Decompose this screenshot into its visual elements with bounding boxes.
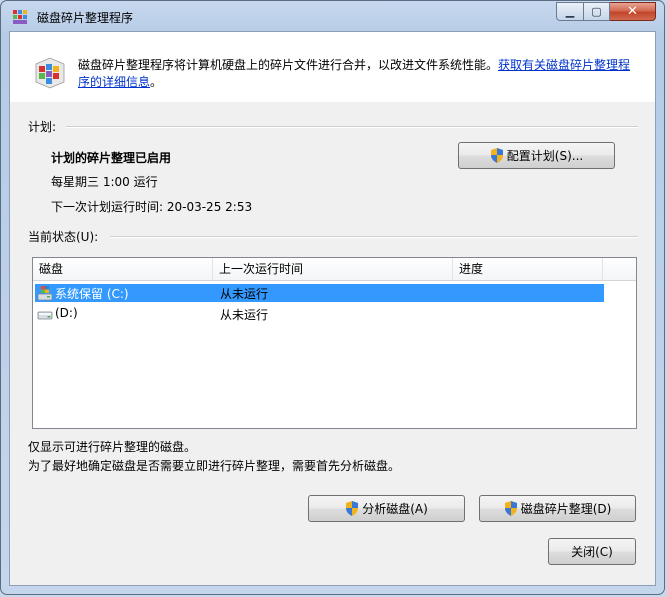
defrag-app-icon: [13, 10, 27, 24]
close-window-button[interactable]: ✕: [610, 2, 656, 21]
window-title: 磁盘碎片整理程序: [37, 11, 134, 25]
maximize-button[interactable]: ▢: [584, 2, 610, 21]
current-status-label: 当前状态(U):: [28, 230, 99, 244]
analyze-disk-label: 分析磁盘(A): [362, 502, 428, 516]
system-drive-icon: [37, 286, 53, 301]
title-bar[interactable]: 磁盘碎片整理程序 ▁ ▢ ✕: [1, 1, 664, 31]
header-band: 磁盘碎片整理程序将计算机硬盘上的碎片文件进行合并，以改进文件系统性能。获取有关磁…: [10, 32, 655, 102]
close-button[interactable]: 关闭(C): [548, 538, 636, 565]
uac-shield-icon: [490, 148, 503, 163]
uac-shield-icon: [346, 501, 359, 516]
description: 磁盘碎片整理程序将计算机硬盘上的碎片文件进行合并，以改进文件系统性能。: [78, 58, 499, 72]
note-line-1: 仅显示可进行碎片整理的磁盘。: [28, 440, 197, 454]
close-icon: ✕: [627, 4, 638, 19]
hard-drive-icon: [37, 311, 53, 320]
disk-row-c[interactable]: 系统保留 (C:) 从未运行: [35, 284, 604, 302]
configure-schedule-label: 配置计划(S)...: [506, 149, 584, 163]
column-disk[interactable]: 磁盘: [33, 258, 213, 280]
description-period: 。: [150, 75, 163, 89]
schedule-section-label: 计划:: [28, 120, 57, 134]
status-separator: [110, 236, 638, 238]
configure-schedule-button[interactable]: 配置计划(S)...: [458, 142, 615, 169]
disk-name: 系统保留 (C:): [55, 287, 129, 301]
schedule-separator: [66, 126, 638, 128]
disk-list[interactable]: 磁盘 上一次运行时间 进度 系统保留 (C:) 从未运行 (D:) 从未运行: [32, 257, 637, 429]
schedule-status: 计划的碎片整理已启用: [51, 151, 172, 165]
defragment-disk-button[interactable]: 磁盘碎片整理(D): [479, 495, 636, 522]
column-last-run[interactable]: 上一次运行时间: [213, 258, 453, 280]
minimize-icon: ▁: [565, 5, 575, 18]
disk-last-run: 从未运行: [220, 308, 269, 322]
caption-buttons: ▁ ▢ ✕: [556, 2, 656, 22]
disk-row-d[interactable]: (D:) 从未运行: [35, 305, 604, 323]
defragment-disk-label: 磁盘碎片整理(D): [520, 502, 612, 516]
uac-shield-icon: [504, 501, 517, 516]
analyze-disk-button[interactable]: 分析磁盘(A): [308, 495, 465, 522]
minimize-button[interactable]: ▁: [556, 2, 584, 21]
column-progress[interactable]: 进度: [453, 258, 603, 280]
defrag-app-large-icon: [35, 57, 65, 89]
disk-last-run: 从未运行: [220, 287, 269, 301]
disk-list-header: 磁盘 上一次运行时间 进度: [33, 258, 636, 281]
maximize-icon: ▢: [591, 5, 602, 18]
next-run-time: 下一次计划运行时间: 20-03-25 2:53: [51, 200, 253, 214]
dialog-window: 磁盘碎片整理程序 ▁ ▢ ✕ 磁盘碎片整理程序将计算机硬盘上的碎片文件进行合并，…: [0, 0, 665, 595]
disk-name: (D:): [55, 306, 78, 320]
close-button-label: 关闭(C): [571, 545, 613, 559]
dialog-client-area: 磁盘碎片整理程序将计算机硬盘上的碎片文件进行合并，以改进文件系统性能。获取有关磁…: [9, 31, 656, 586]
schedule-frequency: 每星期三 1:00 运行: [51, 175, 158, 189]
description-text: 磁盘碎片整理程序将计算机硬盘上的碎片文件进行合并，以改进文件系统性能。获取有关磁…: [78, 57, 638, 91]
note-line-2: 为了最好地确定磁盘是否需要立即进行碎片整理，需要首先分析磁盘。: [28, 459, 401, 473]
